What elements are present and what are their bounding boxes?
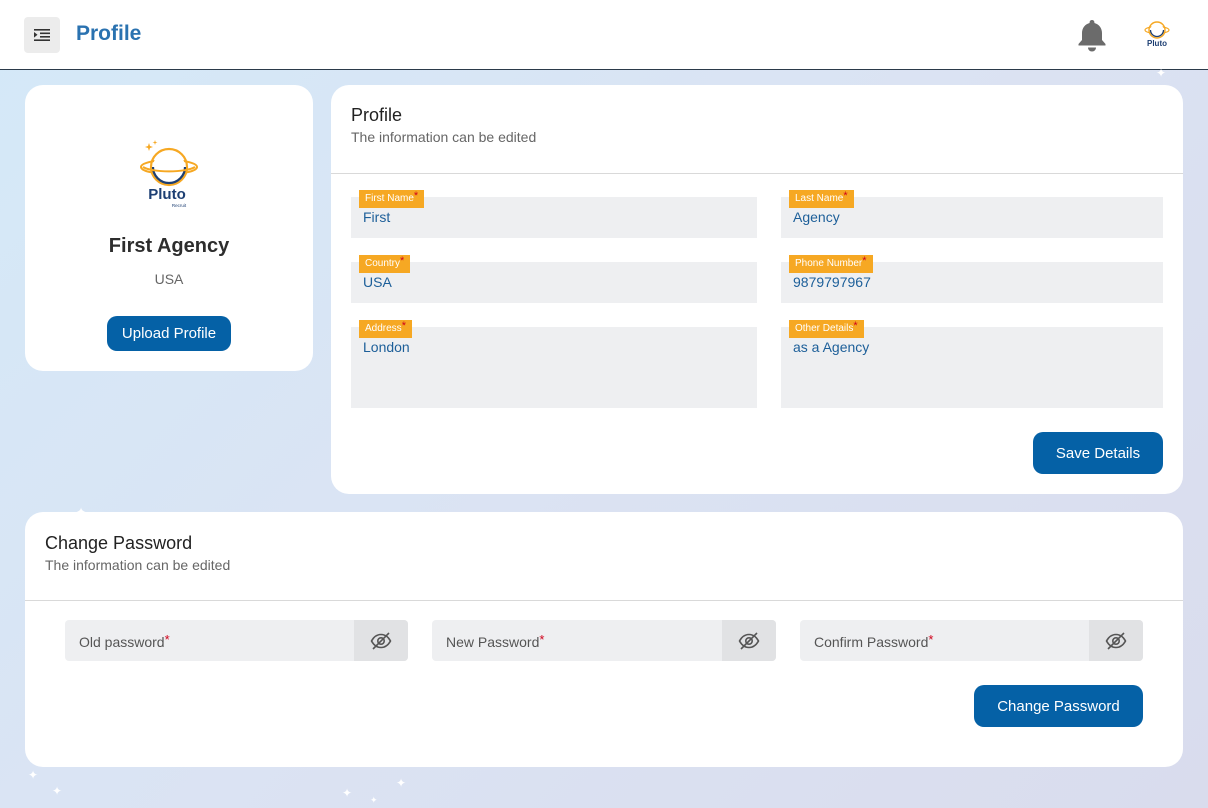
last-name-field[interactable]: Last Name* Agency	[781, 190, 1163, 238]
bell-icon	[1078, 20, 1106, 52]
address-value: London	[363, 339, 410, 355]
sparkle-icon: ✦	[396, 776, 407, 790]
country-label: Country*	[359, 255, 411, 273]
page-title: Profile	[76, 22, 142, 45]
other-details-label: Other Details*	[789, 320, 864, 338]
last-name-value: Agency	[793, 209, 840, 225]
sparkle-icon: ✦	[342, 786, 353, 800]
pluto-logo-icon: Pluto	[1144, 21, 1170, 48]
company-logo: Pluto Recruit	[137, 139, 201, 211]
other-details-field[interactable]: Other Details* as a Agency	[781, 320, 1163, 408]
first-name-value: First	[363, 209, 391, 225]
other-details-value: as a Agency	[793, 339, 870, 355]
change-password-button[interactable]: Change Password	[974, 685, 1143, 727]
change-password-subtitle: The information can be edited	[45, 557, 231, 573]
confirm-password-placeholder: Confirm Password*	[814, 632, 934, 650]
first-name-label: First Name*	[359, 190, 425, 208]
eye-off-icon	[738, 631, 760, 650]
confirm-password-field[interactable]: Confirm Password*	[800, 620, 1143, 661]
phone-number-label: Phone Number*	[789, 255, 873, 273]
sparkle-icon: ✦	[28, 768, 39, 782]
profile-form-card: Profile The information can be edited Fi…	[331, 85, 1183, 494]
agency-country: USA	[154, 271, 184, 287]
notifications-button[interactable]	[1076, 18, 1108, 52]
change-password-title: Change Password	[45, 533, 193, 553]
upload-profile-button[interactable]: Upload Profile	[107, 316, 231, 351]
avatar-logo-text: Pluto	[1147, 39, 1167, 48]
avatar[interactable]: Pluto	[1140, 18, 1174, 52]
sparkle-icon: ✦	[370, 795, 378, 805]
last-name-label: Last Name*	[789, 190, 854, 208]
sparkle-icon: ✦	[1156, 66, 1167, 80]
new-password-field[interactable]: New Password*	[432, 620, 776, 661]
old-password-placeholder: Old password*	[79, 632, 170, 650]
sparkle-icon: ✦	[52, 784, 63, 798]
profile-form-title: Profile	[351, 105, 403, 125]
profile-summary-card: Pluto Recruit First Agency USA Upload Pr…	[25, 85, 313, 371]
toggle-new-password-visibility[interactable]	[722, 620, 776, 661]
country-value: USA	[363, 274, 392, 290]
country-field[interactable]: Country* USA	[351, 255, 757, 303]
eye-off-icon	[370, 631, 392, 650]
logo-subtext: Recruit	[172, 203, 187, 208]
sparkle-icon: ✦	[76, 505, 87, 519]
divider	[331, 173, 1183, 174]
pluto-logo-icon: Pluto Recruit	[140, 140, 198, 208]
first-name-field[interactable]: First Name* First	[351, 190, 757, 238]
change-password-card: Change Password The information can be e…	[25, 512, 1183, 767]
address-field[interactable]: Address* London	[351, 320, 757, 408]
agency-name: First Agency	[108, 235, 230, 257]
logo-text: Pluto	[148, 186, 186, 203]
menu-toggle-button[interactable]	[24, 17, 60, 53]
old-password-field[interactable]: Old password*	[65, 620, 408, 661]
divider	[25, 600, 1183, 601]
top-bar: Profile Pluto	[0, 0, 1208, 70]
phone-number-field[interactable]: Phone Number* 9879797967	[781, 255, 1163, 303]
address-label: Address*	[359, 320, 412, 338]
save-details-button[interactable]: Save Details	[1033, 432, 1163, 474]
profile-form-subtitle: The information can be edited	[351, 129, 537, 145]
menu-indent-icon	[34, 29, 50, 41]
toggle-old-password-visibility[interactable]	[354, 620, 408, 661]
new-password-placeholder: New Password*	[446, 632, 545, 650]
toggle-confirm-password-visibility[interactable]	[1089, 620, 1143, 661]
phone-number-value: 9879797967	[793, 274, 871, 290]
eye-off-icon	[1105, 631, 1127, 650]
